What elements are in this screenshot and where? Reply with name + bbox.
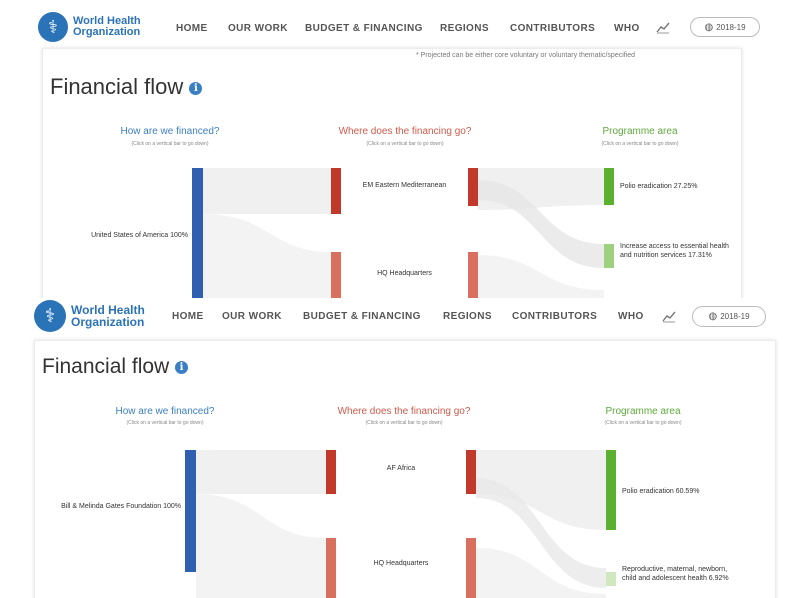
programme-label-1: Polio eradication 60.59% (622, 488, 700, 495)
region-label: AF Africa (386, 465, 416, 472)
programme-label-2: Increase access to essential health and … (620, 243, 729, 259)
region-label: EM Eastern Mediterranean (362, 182, 447, 189)
region-bar-left[interactable] (326, 450, 336, 494)
hq-bar-left[interactable] (331, 252, 341, 298)
programme-bar-2[interactable] (604, 244, 614, 268)
source-label: Bill & Melinda Gates Foundation 100% (61, 503, 181, 510)
programme-label-1: Polio eradication 27.25% (620, 183, 698, 190)
hq-label: HQ Headquarters (373, 560, 429, 567)
source-bar[interactable] (185, 450, 196, 572)
region-bar-left[interactable] (331, 168, 341, 214)
hq-bar-right[interactable] (466, 538, 476, 598)
screenshot-top: ⚕ World Health Organization HOME OUR WOR… (0, 0, 806, 298)
hq-bar-right[interactable] (468, 252, 478, 298)
programme-bar-1[interactable] (604, 168, 614, 205)
region-bar-right[interactable] (468, 168, 478, 206)
source-bar[interactable] (192, 168, 203, 298)
hq-label: HQ Headquarters (377, 270, 432, 277)
screenshot-bottom: ⚕ World Health Organization HOME OUR WOR… (0, 298, 806, 598)
hq-bar-left[interactable] (326, 538, 336, 598)
programme-bar-2[interactable] (606, 572, 616, 586)
sankey-flows (196, 450, 606, 598)
programme-label-2: Reproductive, maternal, newborn, child a… (622, 566, 729, 582)
source-label: United States of America 100% (91, 232, 188, 239)
programme-bar-1[interactable] (606, 450, 616, 530)
region-bar-right[interactable] (466, 450, 476, 494)
